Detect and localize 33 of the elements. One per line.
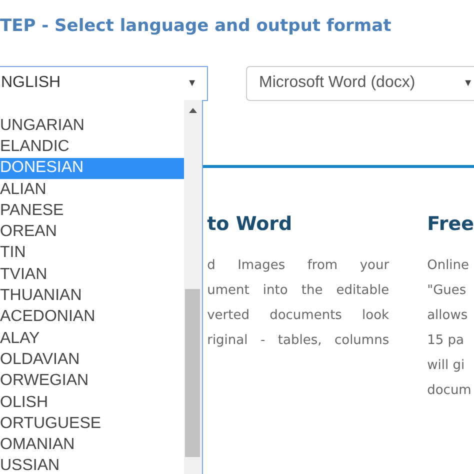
scrollbar[interactable] xyxy=(184,100,202,474)
paragraph-line: 15 pa xyxy=(427,332,465,350)
language-option[interactable]: OREAN xyxy=(0,221,184,243)
paragraph-line: "Gues xyxy=(427,282,468,300)
language-option[interactable]: ORWEGIAN xyxy=(0,370,184,392)
paragraph-line: Online xyxy=(427,257,470,275)
paragraph-line: allows xyxy=(427,307,469,325)
language-option[interactable]: ACEDONIAN xyxy=(0,306,184,328)
section-heading: TEP - Select language and output format xyxy=(0,16,392,36)
language-option[interactable]: THUANIAN xyxy=(0,285,184,307)
paragraph-line: will gi xyxy=(427,357,466,375)
language-option[interactable]: TVIAN xyxy=(0,264,184,286)
column-title: to Word xyxy=(207,212,294,237)
scroll-up-icon[interactable] xyxy=(188,108,197,113)
scrollbar-thumb[interactable] xyxy=(185,289,200,457)
paragraph-line: ument into the editable xyxy=(207,282,390,300)
language-option[interactable]: OLDAVIAN xyxy=(0,349,184,371)
language-option[interactable]: OLISH xyxy=(0,392,184,414)
language-option[interactable]: OMANIAN xyxy=(0,434,184,456)
language-option[interactable]: ALAY xyxy=(0,328,184,350)
language-option[interactable]: ALIAN xyxy=(0,178,184,200)
paragraph-line: riginal - tables, columns xyxy=(207,332,390,350)
paragraph-line: docum xyxy=(427,382,472,400)
paragraph-line: d Images from your xyxy=(207,257,390,275)
language-option[interactable]: UNGARIAN xyxy=(0,115,184,136)
column-title: Free xyxy=(427,212,474,237)
paragraph-line: verted documents look xyxy=(207,307,390,325)
format-select[interactable]: Microsoft Word (docx) ▼ xyxy=(246,66,474,100)
language-option[interactable]: TIN xyxy=(0,242,184,264)
language-option[interactable]: USSIAN xyxy=(0,456,184,474)
language-option[interactable]: PANESE xyxy=(0,200,184,222)
language-option[interactable]: ORTUGUESE xyxy=(0,413,184,434)
language-option[interactable]: ELANDIC xyxy=(0,136,184,158)
